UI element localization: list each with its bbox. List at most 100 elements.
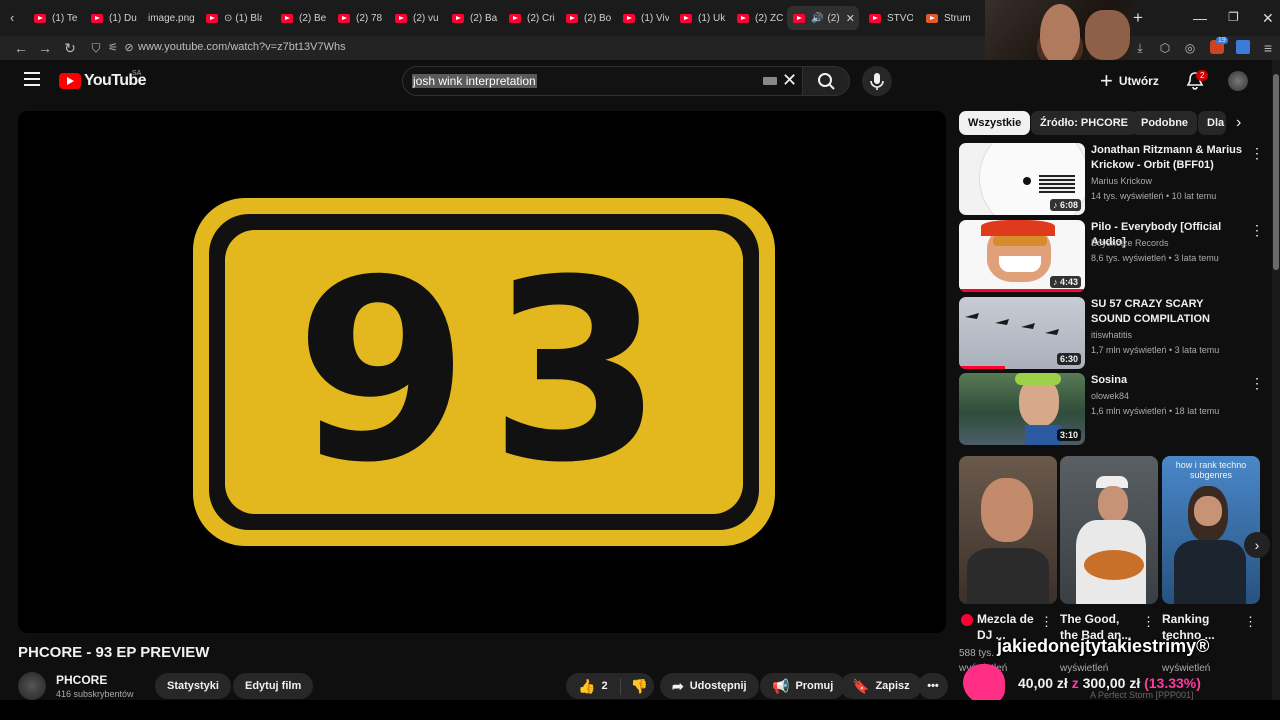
video-thumbnail[interactable]: ♪ 4:43	[959, 220, 1085, 292]
browser-tab[interactable]: (2) vu	[395, 6, 441, 30]
gamepad-icon[interactable]: ◎	[1181, 39, 1199, 57]
browser-tab[interactable]: (1) Du	[91, 6, 139, 30]
window-close-icon[interactable]: ✕	[1262, 10, 1274, 27]
clear-search-icon[interactable]: ✕	[782, 70, 797, 91]
recommendation-item[interactable]: 3:10 Sosina olowek84 1,6 mln wyświetleń …	[959, 373, 1269, 445]
recommendation-item[interactable]: ♪ 6:08 Jonathan Ritzmann & Marius Kricko…	[959, 143, 1269, 215]
video-player[interactable]: 93	[18, 111, 946, 633]
tracking-off-icon[interactable]: ⊘	[120, 39, 138, 57]
chip-similar[interactable]: Podobne	[1132, 111, 1198, 135]
recommendation-channel[interactable]: Marius Krickow	[1091, 176, 1152, 186]
video-thumbnail[interactable]: ♪ 6:08	[959, 143, 1085, 215]
recommendation-meta: 1,6 mln wyświetleń • 18 lat temu	[1091, 406, 1220, 416]
save-button[interactable]: 🔖 Zapisz	[840, 673, 922, 699]
search-button[interactable]	[802, 66, 850, 96]
recommendation-item[interactable]: 6:30 SU 57 CRAZY SCARY SOUND COMPILATION…	[959, 297, 1269, 369]
browser-tab[interactable]: (2) Be	[281, 6, 327, 30]
forward-icon[interactable]: →	[36, 39, 54, 57]
browser-tab-active[interactable]: 🔊 (2) ✕	[787, 6, 859, 30]
shield-icon[interactable]: ⛉	[87, 39, 105, 57]
short-thumbnail[interactable]	[959, 456, 1057, 604]
browser-tab[interactable]: image.png	[148, 6, 198, 30]
more-vert-icon[interactable]: ⋮	[1250, 222, 1264, 239]
back-icon[interactable]: ←	[12, 39, 30, 57]
browser-tab[interactable]: (2) Ba	[452, 6, 498, 30]
browser-tab[interactable]: (1) Viv	[623, 6, 669, 30]
promote-button[interactable]: 📢 Promuj	[760, 673, 846, 699]
create-button[interactable]: + Utwórz	[1100, 68, 1159, 94]
browser-menu-icon[interactable]: ≡	[1259, 39, 1277, 57]
youtube-favicon-icon	[793, 13, 805, 23]
recommendation-channel[interactable]: itiswhatitis	[1091, 330, 1132, 340]
more-dots-icon: •••	[927, 680, 939, 692]
recommendation-channel[interactable]: Boysnoize Records	[1091, 238, 1169, 248]
stream-overlay-text: jakiedonejtytakiestrimy®	[997, 636, 1210, 656]
url-text[interactable]: www.youtube.com/watch?v=z7bt13V7Whs	[138, 41, 346, 53]
tab-label: (2) Bo	[584, 12, 612, 24]
browser-tab[interactable]: (2) ZC	[737, 6, 783, 30]
account-avatar[interactable]	[1228, 71, 1248, 91]
recommendation-item[interactable]: ♪ 4:43 Pilo - Everybody [Official Audio]…	[959, 220, 1269, 292]
chip-all[interactable]: Wszystkie	[959, 111, 1031, 135]
browser-tab[interactable]: (2) Cri	[509, 6, 555, 30]
browser-tab[interactable]: ⊙ (1) Bla	[206, 6, 262, 30]
recommendation-channel[interactable]: olowek84	[1091, 391, 1129, 401]
more-vert-icon[interactable]: ⋮	[1250, 145, 1264, 162]
more-vert-icon[interactable]: ⋮	[1244, 614, 1257, 630]
more-actions-button[interactable]: •••	[918, 673, 948, 699]
recommendation-title[interactable]: Jonathan Ritzmann & Marius Krickow - Orb…	[1091, 143, 1246, 173]
channel-name[interactable]: PHCORE	[56, 673, 107, 687]
browser-tab[interactable]: (2) Bo	[566, 6, 612, 30]
close-tab-icon[interactable]: ✕	[846, 12, 855, 25]
microphone-icon	[870, 73, 884, 90]
tab-label: STVO	[887, 12, 913, 24]
browser-tab[interactable]: STVO	[869, 6, 913, 30]
recommendation-title[interactable]: Sosina	[1091, 373, 1246, 388]
like-icon[interactable]: 👍	[578, 678, 595, 695]
scrollbar-thumb[interactable]	[1273, 74, 1279, 270]
browser-tab[interactable]: (1) Uk	[680, 6, 726, 30]
more-vert-icon[interactable]: ⋮	[1142, 614, 1155, 630]
recommendation-title[interactable]: SU 57 CRAZY SCARY SOUND COMPILATION	[1091, 297, 1246, 327]
donation-goal: 40,00 zł z 300,00 zł (13.33%)	[1018, 675, 1201, 691]
youtube-favicon-icon	[566, 13, 578, 23]
chip-source[interactable]: Źródło: PHCORE	[1031, 111, 1137, 135]
reload-icon[interactable]: ↻	[61, 39, 79, 57]
share-button[interactable]: ➦ Udostępnij	[660, 673, 759, 699]
menu-icon[interactable]	[24, 72, 40, 86]
youtube-logo[interactable]: YouTube SA	[59, 70, 146, 90]
browser-tab[interactable]: Strum	[926, 6, 982, 30]
video-thumbnail[interactable]: 3:10	[959, 373, 1085, 445]
short-thumbnail[interactable]: how i rank techno subgenres	[1162, 456, 1260, 604]
shorts-next-icon[interactable]: ›	[1244, 532, 1270, 558]
statistics-button[interactable]: Statystyki	[155, 673, 231, 699]
video-thumbnail[interactable]: 6:30	[959, 297, 1085, 369]
dislike-icon[interactable]: 👎	[619, 677, 648, 695]
speaker-icon: 🔊	[811, 12, 824, 24]
more-vert-icon[interactable]: ⋮	[1040, 614, 1053, 630]
edit-video-button[interactable]: Edytuj film	[233, 673, 314, 699]
new-tab-icon[interactable]: +	[1133, 8, 1143, 28]
donation-percent: (13.33%)	[1144, 675, 1201, 691]
restore-icon[interactable]: ❐	[1228, 10, 1239, 24]
youtube-favicon-icon	[680, 13, 692, 23]
extensions-icon[interactable]: ⬡	[1156, 39, 1174, 57]
sync-extension-icon[interactable]	[1236, 40, 1250, 54]
voice-search-button[interactable]	[862, 66, 892, 96]
minimize-icon[interactable]: —	[1193, 10, 1207, 26]
search-query-text[interactable]: josh wink interpretation	[412, 74, 537, 88]
tab-scroll-left-icon[interactable]: ‹	[10, 10, 14, 25]
tab-label: (2) vu	[413, 12, 439, 24]
short-thumbnail[interactable]	[1060, 456, 1158, 604]
youtube-favicon-icon	[737, 13, 749, 23]
browser-tab[interactable]: (2) 78	[338, 6, 384, 30]
chip-for-you[interactable]: Dla	[1198, 111, 1226, 135]
chips-next-icon[interactable]: ›	[1236, 114, 1241, 132]
keyboard-icon[interactable]	[763, 77, 777, 85]
channel-avatar[interactable]	[18, 672, 46, 700]
more-vert-icon[interactable]: ⋮	[1250, 375, 1264, 392]
download-icon[interactable]: ⤓	[1131, 39, 1149, 57]
youtube-favicon-icon	[509, 13, 521, 23]
search-icon	[818, 73, 835, 90]
browser-tab[interactable]: (1) Te	[34, 6, 82, 30]
